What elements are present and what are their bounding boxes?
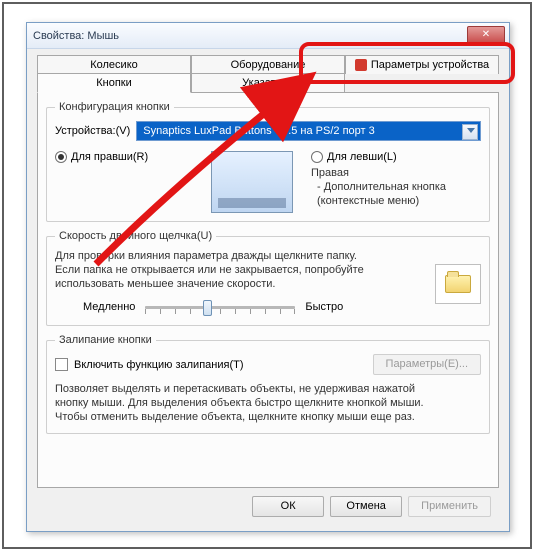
slider-tick xyxy=(175,309,176,314)
dblclk-line1: Для проверки влияния параметра дважды ще… xyxy=(55,250,425,264)
sticky-line1: Позволяет выделять и перетаскивать объек… xyxy=(55,383,481,397)
doubleclick-test-folder[interactable] xyxy=(435,264,481,304)
slider-tick xyxy=(145,309,146,314)
button-desc: Правая - Дополнительная кнопка (контекст… xyxy=(311,167,481,208)
slider-thumb[interactable] xyxy=(203,300,212,316)
window-title: Свойства: Мышь xyxy=(33,30,119,42)
fast-label: Быстро xyxy=(305,301,343,313)
dialog-buttons: ОК Отмена Применить xyxy=(37,488,499,517)
tab-device-params-label: Параметры устройства xyxy=(371,59,489,71)
radio-right-label: Для правши(R) xyxy=(71,151,148,163)
doubleclick-help: Для проверки влияния параметра дважды ще… xyxy=(55,250,425,291)
slow-label: Медленно xyxy=(83,301,135,313)
desc-line2: (контекстные меню) xyxy=(311,195,481,209)
device-dropdown[interactable]: Synaptics LuxPad Buttons V7.5 на PS/2 по… xyxy=(136,121,481,141)
slider-tick xyxy=(280,309,281,314)
radio-right-handed[interactable]: Для правши(R) xyxy=(55,151,205,163)
radio-dot-icon xyxy=(311,151,323,163)
screenshot-frame: Свойства: Мышь ✕ Колесико Оборудование П… xyxy=(2,2,532,549)
group-button-config: Конфигурация кнопки Устройства:(V) Synap… xyxy=(46,101,490,222)
tabs-row-bottom: Кнопки Указатели . xyxy=(37,73,499,93)
dialog-window: Свойства: Мышь ✕ Колесико Оборудование П… xyxy=(26,22,510,532)
tabs-row-top: Колесико Оборудование Параметры устройст… xyxy=(37,55,499,74)
slider-tick xyxy=(220,309,221,314)
group-clicklock: Залипание кнопки Включить функцию залипа… xyxy=(46,334,490,433)
radio-left-handed[interactable]: Для левши(L) xyxy=(311,151,481,163)
radio-left-label: Для левши(L) xyxy=(327,151,397,163)
tab-content: Конфигурация кнопки Устройства:(V) Synap… xyxy=(37,92,499,488)
speed-slider[interactable] xyxy=(145,297,295,317)
tab-device-params[interactable]: Параметры устройства xyxy=(345,55,499,74)
dialog-body: Колесико Оборудование Параметры устройст… xyxy=(27,49,509,525)
slider-tick xyxy=(235,309,236,314)
slider-tick xyxy=(294,309,295,314)
group-clicklock-legend: Залипание кнопки xyxy=(55,334,156,346)
handedness-row: Для правши(R) Для левши(L) Правая - xyxy=(55,151,481,213)
group-button-config-legend: Конфигурация кнопки xyxy=(55,101,174,113)
tab-hardware[interactable]: Оборудование xyxy=(191,55,345,74)
cancel-button[interactable]: Отмена xyxy=(330,496,402,517)
tab-wheel[interactable]: Колесико xyxy=(37,55,191,74)
device-row: Устройства:(V) Synaptics LuxPad Buttons … xyxy=(55,121,481,141)
group-doubleclick-legend: Скорость двойного щелчка(U) xyxy=(55,230,216,242)
radio-dot-icon xyxy=(55,151,67,163)
ok-button[interactable]: ОК xyxy=(252,496,324,517)
sticky-line2: кнопку мыши. Для выделения объекта быстр… xyxy=(55,397,481,411)
desc-title: Правая xyxy=(311,167,481,181)
slider-tick xyxy=(190,309,191,314)
slider-tick xyxy=(265,309,266,314)
clicklock-row: Включить функцию залипания(T) Параметры(… xyxy=(55,354,481,375)
apply-button: Применить xyxy=(408,496,491,517)
chevron-down-icon xyxy=(467,128,475,133)
folder-icon xyxy=(445,275,471,293)
slider-tick xyxy=(160,309,161,314)
touchpad-preview-image xyxy=(211,151,293,213)
close-button[interactable]: ✕ xyxy=(467,26,505,44)
clicklock-checkbox[interactable] xyxy=(55,358,68,371)
device-dropdown-value: Synaptics LuxPad Buttons V7.5 на PS/2 по… xyxy=(143,125,374,137)
clicklock-label: Включить функцию залипания(T) xyxy=(74,359,367,371)
slider-tick xyxy=(250,309,251,314)
desc-line1: - Дополнительная кнопка xyxy=(311,181,481,195)
tab-buttons[interactable]: Кнопки xyxy=(37,73,191,93)
clicklock-desc: Позволяет выделять и перетаскивать объек… xyxy=(55,383,481,424)
device-label: Устройства:(V) xyxy=(55,125,130,137)
group-doubleclick: Скорость двойного щелчка(U) Для проверки… xyxy=(46,230,490,326)
dblclk-line2: Если папка не открывается или не закрыва… xyxy=(55,264,425,278)
dblclk-line3: использовать меньшее значение скорости. xyxy=(55,278,425,292)
clicklock-params-button: Параметры(E)... xyxy=(373,354,481,375)
sticky-line3: Чтобы отменить выделение объекта, щелкни… xyxy=(55,411,481,425)
tab-pointers[interactable]: Указатели xyxy=(191,73,345,93)
synaptics-icon xyxy=(355,59,367,71)
titlebar: Свойства: Мышь ✕ xyxy=(27,23,509,49)
speed-slider-row: Медленно xyxy=(83,297,425,317)
